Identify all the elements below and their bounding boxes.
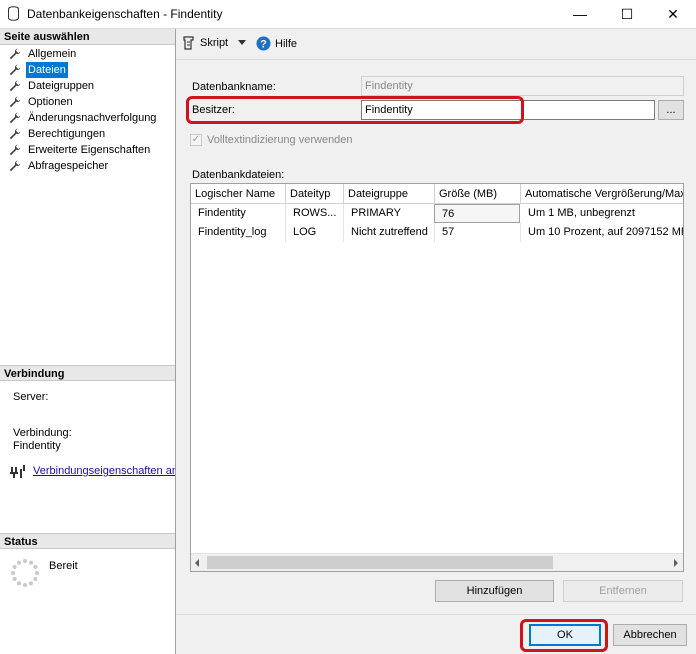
sidebar-item-5[interactable]: Berechtigungen	[8, 126, 107, 142]
table-cell[interactable]: Um 1 MB, unbegrenzt	[521, 204, 683, 223]
db-files-label: Datenbankdateien:	[192, 169, 285, 181]
sidebar-item-label: Abfragespeicher	[28, 160, 109, 172]
sidebar-item-1[interactable]: Dateien	[8, 62, 68, 78]
wrench-icon	[8, 63, 22, 77]
table-cell[interactable]: 57	[435, 223, 521, 242]
window-title: Datenbankeigenschaften - Findentity	[27, 7, 223, 21]
minimize-icon: —	[573, 6, 587, 22]
progress-spinner-icon	[11, 559, 39, 587]
sidebar-item-0[interactable]: Allgemein	[8, 46, 78, 62]
fulltext-option: ✓ Volltextindizierung verwenden	[190, 134, 353, 146]
horizontal-scrollbar[interactable]	[191, 553, 683, 571]
svg-text:?: ?	[260, 39, 267, 51]
help-label: Hilfe	[275, 37, 298, 50]
column-header[interactable]: Dateityp	[286, 184, 344, 204]
database-icon	[8, 6, 19, 21]
script-icon	[183, 36, 194, 50]
sidebar-item-label: Berechtigungen	[28, 128, 106, 140]
table-cell[interactable]: Um 10 Prozent, auf 2097152 MB	[521, 223, 683, 242]
wrench-icon	[8, 79, 22, 93]
connection-label: Verbindung:	[13, 427, 72, 439]
db-name-label: Datenbankname:	[192, 81, 276, 93]
toolbar-divider	[176, 59, 696, 60]
files-grid[interactable]: Logischer Name Dateityp Dateigruppe Größe (…	[190, 183, 684, 572]
script-button[interactable]: Skript	[182, 36, 228, 50]
connection-properties-link[interactable]: Verbindungseigenschaften anzeigen	[33, 465, 175, 477]
db-name-field: Findentity	[361, 76, 684, 96]
scroll-left-arrow-icon[interactable]	[195, 559, 199, 567]
sidebar-item-label: Änderungsnachverfolgung	[28, 112, 157, 124]
sidebar-item-label: Dateien	[26, 62, 68, 78]
wrench-icon	[8, 159, 22, 173]
remove-button[interactable]: Entfernen	[563, 580, 683, 602]
select-page-header: Seite auswählen	[0, 29, 175, 45]
server-label: Server:	[13, 391, 49, 403]
title-bar: Datenbankeigenschaften - Findentity — ☐ …	[0, 0, 696, 29]
table-cell[interactable]: LOG	[286, 223, 344, 242]
connection-value: Findentity	[13, 440, 61, 452]
sidebar-item-2[interactable]: Dateigruppen	[8, 78, 96, 94]
owner-field[interactable]: Findentity	[361, 100, 655, 120]
toolbar: Skript ? Hilfe	[176, 29, 696, 59]
scroll-right-arrow-icon[interactable]	[674, 559, 678, 567]
owner-browse-button[interactable]: ...	[658, 100, 684, 120]
sidebar-item-label: Allgemein	[28, 48, 77, 60]
sidebar-item-label: Dateigruppen	[28, 80, 95, 92]
scrollbar-thumb[interactable]	[207, 556, 553, 569]
close-icon: ✕	[667, 5, 679, 22]
wrench-icon	[8, 111, 22, 125]
wrench-icon	[8, 127, 22, 141]
help-button[interactable]: ? Hilfe	[256, 36, 297, 51]
sidebar-item-7[interactable]: Abfragespeicher	[8, 158, 110, 174]
close-button[interactable]: ✕	[650, 0, 696, 28]
script-dropdown-arrow[interactable]	[238, 40, 246, 45]
wrench-icon	[8, 95, 22, 109]
table-cell[interactable]: Findentity_log	[191, 223, 286, 242]
sidebar-item-label: Optionen	[28, 96, 73, 108]
fulltext-checkbox[interactable]: ✓	[190, 134, 202, 146]
fulltext-label: Volltextindizierung verwenden	[207, 134, 353, 146]
status-header: Status	[0, 533, 175, 549]
table-cell[interactable]: Nicht zutreffend	[344, 223, 435, 242]
sidebar-item-4[interactable]: Änderungsnachverfolgung	[8, 110, 158, 126]
left-pane: Seite auswählen Allgemein Dateien Dateigru…	[0, 29, 176, 654]
sidebar-item-6[interactable]: Erweiterte Eigenschaften	[8, 142, 152, 158]
column-header[interactable]: Größe (MB)	[435, 184, 521, 204]
connection-header: Verbindung	[0, 365, 175, 381]
ok-button[interactable]: OK	[529, 624, 601, 646]
maximize-icon: ☐	[620, 5, 634, 22]
add-button[interactable]: Hinzufügen	[435, 580, 554, 602]
column-header[interactable]: Automatische Vergrößerung/Maxi	[521, 184, 683, 204]
wrench-icon	[8, 47, 22, 61]
help-icon: ?	[256, 36, 271, 51]
minimize-button[interactable]: —	[557, 0, 603, 28]
owner-label: Besitzer:	[192, 104, 235, 116]
table-cell[interactable]: 76	[434, 204, 520, 223]
wrench-icon	[8, 143, 22, 157]
connection-properties-icon	[10, 465, 25, 478]
cancel-button[interactable]: Abbrechen	[613, 624, 687, 646]
table-cell[interactable]: Findentity	[191, 204, 286, 223]
sidebar-item-label: Erweiterte Eigenschaften	[28, 144, 151, 156]
column-header[interactable]: Dateigruppe	[344, 184, 435, 204]
table-cell[interactable]: PRIMARY	[344, 204, 435, 223]
maximize-button[interactable]: ☐	[604, 0, 650, 28]
status-text: Bereit	[49, 560, 78, 572]
table-cell[interactable]: ROWS...	[286, 204, 344, 223]
footer-divider	[176, 614, 696, 615]
sidebar-item-3[interactable]: Optionen	[8, 94, 75, 110]
column-header[interactable]: Logischer Name	[191, 184, 286, 204]
script-label: Skript	[200, 37, 229, 49]
